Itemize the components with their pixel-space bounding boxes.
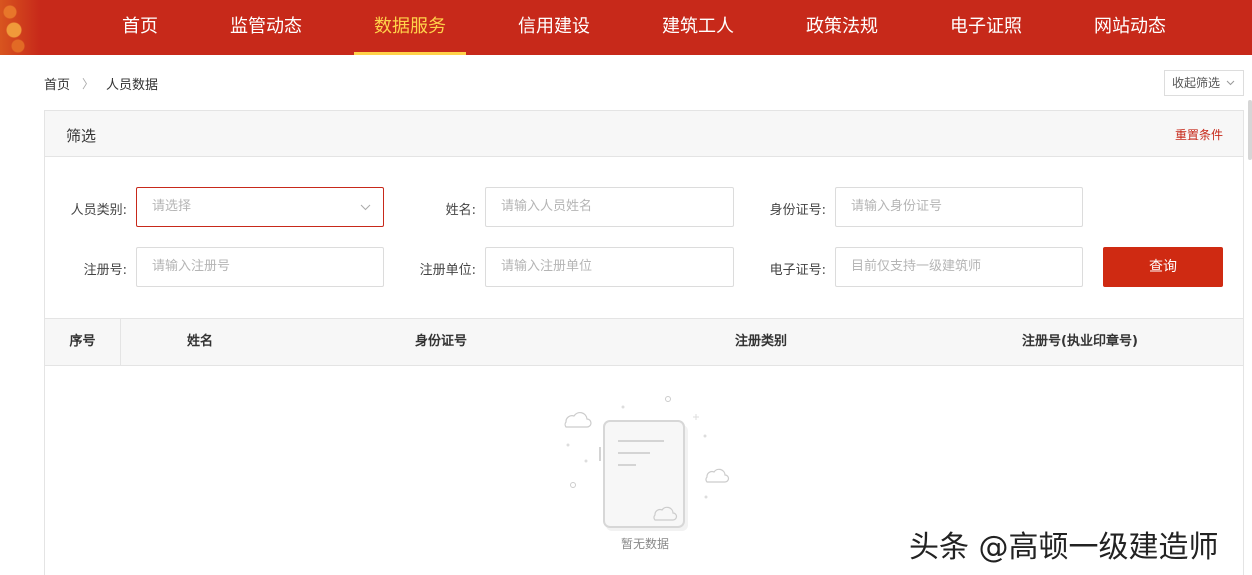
nav-item-supervision[interactable]: 监管动态 [210, 0, 322, 55]
column-header-id-number[interactable]: 身份证号 [415, 319, 467, 365]
person-type-placeholder: 请选择 [152, 199, 192, 214]
nav-item-policy[interactable]: 政策法规 [786, 0, 898, 55]
reg-number-label: 注册号: [83, 263, 127, 278]
reg-company-input[interactable]: 请输入注册单位 [485, 247, 734, 287]
person-type-select[interactable]: 请选择 [136, 187, 384, 227]
filter-panel: 筛选 重置条件 人员类别: 请选择 姓名: 请输入人员姓名 身份证号: 请输入身… [44, 110, 1244, 575]
id-number-input[interactable]: 请输入身份证号 [835, 187, 1083, 227]
column-header-seq[interactable]: 序号 [45, 319, 121, 365]
chevron-down-icon [1226, 71, 1235, 105]
empty-state-illustration [560, 391, 730, 535]
query-button[interactable]: 查询 [1103, 247, 1223, 287]
name-label: 姓名: [445, 203, 476, 218]
page-scrollbar[interactable] [1248, 100, 1252, 160]
id-number-label: 身份证号: [769, 203, 826, 218]
breadcrumb-home[interactable]: 首页 [44, 74, 70, 93]
person-type-label: 人员类别: [70, 203, 127, 218]
logo-decoration [0, 0, 40, 55]
column-header-name[interactable]: 姓名 [187, 319, 213, 365]
nav-item-e-license[interactable]: 电子证照 [930, 0, 1042, 55]
nav-item-home[interactable]: 首页 [84, 0, 196, 55]
column-header-reg-type[interactable]: 注册类别 [735, 319, 787, 365]
column-header-reg-number[interactable]: 注册号(执业印章号) [1022, 319, 1138, 365]
breadcrumb: 首页 〉 人员数据 [44, 74, 158, 93]
e-cert-input[interactable]: 目前仅支持一级建筑师 [835, 247, 1083, 287]
breadcrumb-current: 人员数据 [106, 78, 159, 93]
watermark-text: 头条 @高顿一级建造师 [909, 530, 1219, 565]
name-input[interactable]: 请输入人员姓名 [485, 187, 734, 227]
e-cert-placeholder: 目前仅支持一级建筑师 [851, 259, 982, 274]
reg-number-input[interactable]: 请输入注册号 [136, 247, 384, 287]
filter-header: 筛选 重置条件 [45, 111, 1243, 157]
chevron-down-icon [360, 188, 371, 241]
filter-title: 筛选 [66, 127, 97, 145]
reg-number-placeholder: 请输入注册号 [152, 259, 231, 274]
id-number-placeholder: 请输入身份证号 [851, 199, 943, 214]
nav-item-credit[interactable]: 信用建设 [498, 0, 610, 55]
collapse-filter-label: 收起筛选 [1172, 76, 1221, 90]
reg-company-placeholder: 请输入注册单位 [501, 259, 593, 274]
reset-conditions-link[interactable]: 重置条件 [1175, 126, 1223, 143]
nav-item-data-service[interactable]: 数据服务 [354, 0, 466, 55]
e-cert-label: 电子证号: [769, 263, 826, 278]
table-header: 序号 姓名 身份证号 注册类别 注册号(执业印章号) [45, 318, 1243, 366]
page: 首页 监管动态 数据服务 信用建设 建筑工人 政策法规 电子证照 网站动态 首页… [0, 0, 1252, 575]
top-nav: 首页 监管动态 数据服务 信用建设 建筑工人 政策法规 电子证照 网站动态 [0, 0, 1252, 55]
collapse-filter-button[interactable]: 收起筛选 [1164, 70, 1244, 96]
nav-item-site-news[interactable]: 网站动态 [1074, 0, 1186, 55]
name-placeholder: 请输入人员姓名 [501, 199, 593, 214]
breadcrumb-separator: 〉 [82, 77, 95, 91]
empty-state-text: 暂无数据 [620, 537, 669, 551]
nav-item-workers[interactable]: 建筑工人 [642, 0, 754, 55]
reg-company-label: 注册单位: [419, 263, 476, 278]
